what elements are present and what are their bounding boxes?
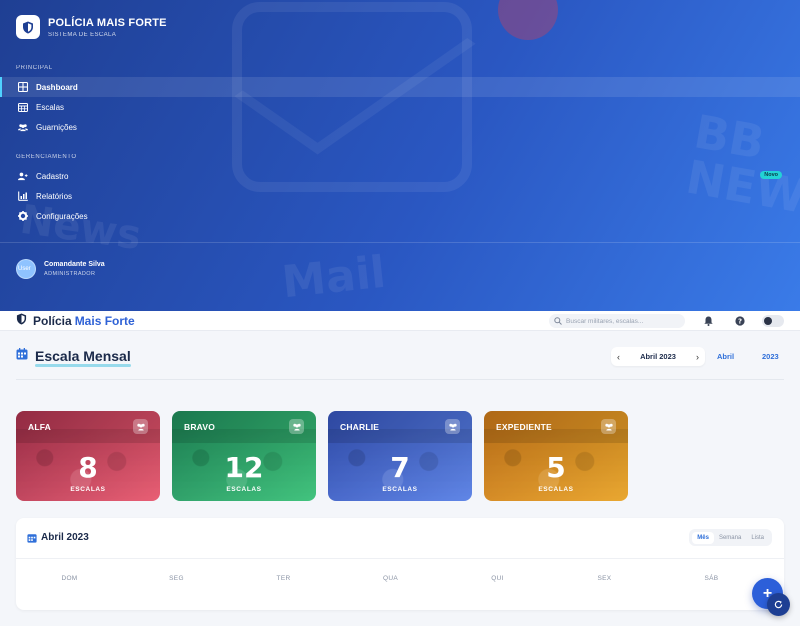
squad-count: 12 xyxy=(224,451,264,484)
sidebar-item-cadastro[interactable]: Cadastro Novo xyxy=(0,166,800,186)
brand[interactable]: POLÍCIA MAIS FORTE SISTEMA DE ESCALA xyxy=(16,15,167,39)
calendar-panel: Abril 2023 Mês Semana Lista DOM SEG TER … xyxy=(16,518,784,610)
chevron-right-icon[interactable]: › xyxy=(696,352,699,362)
sidebar-item-relatorios[interactable]: Relatórios xyxy=(0,186,800,206)
month-select[interactable]: Abril xyxy=(717,352,734,361)
month-navigator: ‹ Abril 2023 › xyxy=(611,347,705,366)
shield-icon xyxy=(16,313,27,328)
user-name: Comandante Silva xyxy=(44,261,105,268)
sidebar-item-guarnicoes[interactable]: Guarnições xyxy=(0,117,800,137)
squad-card-alfa[interactable]: ALFA 8 ESCALAS xyxy=(16,411,160,501)
calendar-icon xyxy=(27,533,37,543)
weekday-label: QUI xyxy=(491,575,504,582)
avatar: User xyxy=(16,259,36,279)
svg-text:?: ? xyxy=(738,318,742,326)
grid-icon xyxy=(18,82,28,92)
section-label-principal: PRINCIPAL xyxy=(16,65,53,71)
new-badge: Novo xyxy=(760,171,782,179)
topbar: Polícia Mais Forte ? xyxy=(0,311,800,331)
shield-logo-icon xyxy=(16,15,40,39)
calendar-title: Abril 2023 xyxy=(27,532,89,543)
brand-subtitle: SISTEMA DE ESCALA xyxy=(48,32,117,38)
year-select[interactable]: 2023 xyxy=(762,352,779,361)
calendar-icon xyxy=(16,347,28,365)
view-list-button[interactable]: Lista xyxy=(746,532,769,544)
toggle-knob xyxy=(764,317,772,325)
sidebar-divider xyxy=(0,242,800,243)
page-title: Escala Mensal xyxy=(16,347,131,367)
sidebar-item-label: Relatórios xyxy=(36,191,73,201)
user-plus-icon xyxy=(18,171,28,181)
users-icon xyxy=(445,419,460,434)
squad-count: 5 xyxy=(546,451,566,484)
month-label: Abril 2023 xyxy=(640,352,676,361)
gear-icon xyxy=(18,211,28,221)
chevron-left-icon[interactable]: ‹ xyxy=(617,352,620,362)
squad-unit: ESCALAS xyxy=(382,486,418,493)
sidebar-item-label: Configurações xyxy=(36,211,88,221)
calendar-icon xyxy=(18,102,28,112)
refresh-button[interactable] xyxy=(767,593,790,616)
sidebar: Mail News BB NEW POLÍCIA MAIS FORTE SISTE… xyxy=(0,0,800,311)
squad-name: BRAVO xyxy=(184,422,216,432)
view-month-button[interactable]: Mês xyxy=(692,531,714,544)
squad-card-expediente[interactable]: EXPEDIENTE 5 ESCALAS xyxy=(484,411,628,501)
sidebar-item-label: Guarnições xyxy=(36,122,77,132)
calendar-divider xyxy=(16,558,784,559)
weekday-label: SÁB xyxy=(704,575,719,582)
sidebar-item-dashboard[interactable]: Dashboard xyxy=(0,77,800,97)
squad-name: ALFA xyxy=(28,422,51,432)
squad-card-charlie[interactable]: CHARLIE 7 ESCALAS xyxy=(328,411,472,501)
weekday-label: SEG xyxy=(169,575,184,582)
squad-unit: ESCALAS xyxy=(226,486,262,493)
topbar-brand-part1: Polícia xyxy=(33,313,72,328)
refresh-icon xyxy=(774,600,783,609)
user-role: ADMINISTRADOR xyxy=(44,271,96,277)
sidebar-item-label: Cadastro xyxy=(36,171,69,181)
chart-icon xyxy=(18,191,28,201)
background-decoration xyxy=(498,0,558,40)
help-icon[interactable]: ? xyxy=(734,315,746,327)
sidebar-item-configuracoes[interactable]: Configurações xyxy=(0,206,800,226)
section-label-gerenciamento: GERENCIAMENTO xyxy=(16,154,77,160)
squad-count: 7 xyxy=(390,451,410,484)
brand-title: POLÍCIA MAIS FORTE xyxy=(48,17,167,29)
calendar-title-text: Abril 2023 xyxy=(41,532,89,543)
background-mail-text: Mail xyxy=(279,246,389,309)
user-profile[interactable]: User Comandante Silva ADMINISTRADOR xyxy=(16,259,105,279)
squad-unit: ESCALAS xyxy=(538,486,574,493)
topbar-brand-part2: Mais Forte xyxy=(74,313,135,328)
users-icon xyxy=(289,419,304,434)
squad-name: CHARLIE xyxy=(340,422,380,432)
page-heading: Escala Mensal xyxy=(35,348,131,367)
bell-icon[interactable] xyxy=(702,315,714,327)
squad-unit: ESCALAS xyxy=(70,486,106,493)
users-icon xyxy=(601,419,616,434)
squad-count: 8 xyxy=(78,451,98,484)
squad-name: EXPEDIENTE xyxy=(496,422,552,432)
search-input[interactable] xyxy=(566,317,684,325)
weekday-label: SEX xyxy=(597,575,612,582)
header-divider xyxy=(16,379,784,380)
sidebar-item-label: Escalas xyxy=(36,102,65,112)
view-week-button[interactable]: Semana xyxy=(714,532,746,544)
weekday-header: DOM SEG TER QUA QUI SEX SÁB xyxy=(16,575,784,582)
view-switcher: Mês Semana Lista xyxy=(689,529,772,546)
weekday-label: TER xyxy=(276,575,291,582)
theme-toggle[interactable] xyxy=(762,315,784,327)
squad-card-bravo[interactable]: BRAVO 12 ESCALAS xyxy=(172,411,316,501)
search-box[interactable] xyxy=(549,314,685,328)
users-icon xyxy=(133,419,148,434)
sidebar-item-label: Dashboard xyxy=(36,82,78,92)
weekday-label: DOM xyxy=(61,575,78,582)
users-icon xyxy=(18,122,28,132)
topbar-brand[interactable]: Polícia Mais Forte xyxy=(16,313,135,328)
sidebar-item-escalas[interactable]: Escalas xyxy=(0,97,800,117)
weekday-label: QUA xyxy=(383,575,398,582)
search-icon xyxy=(554,312,562,330)
